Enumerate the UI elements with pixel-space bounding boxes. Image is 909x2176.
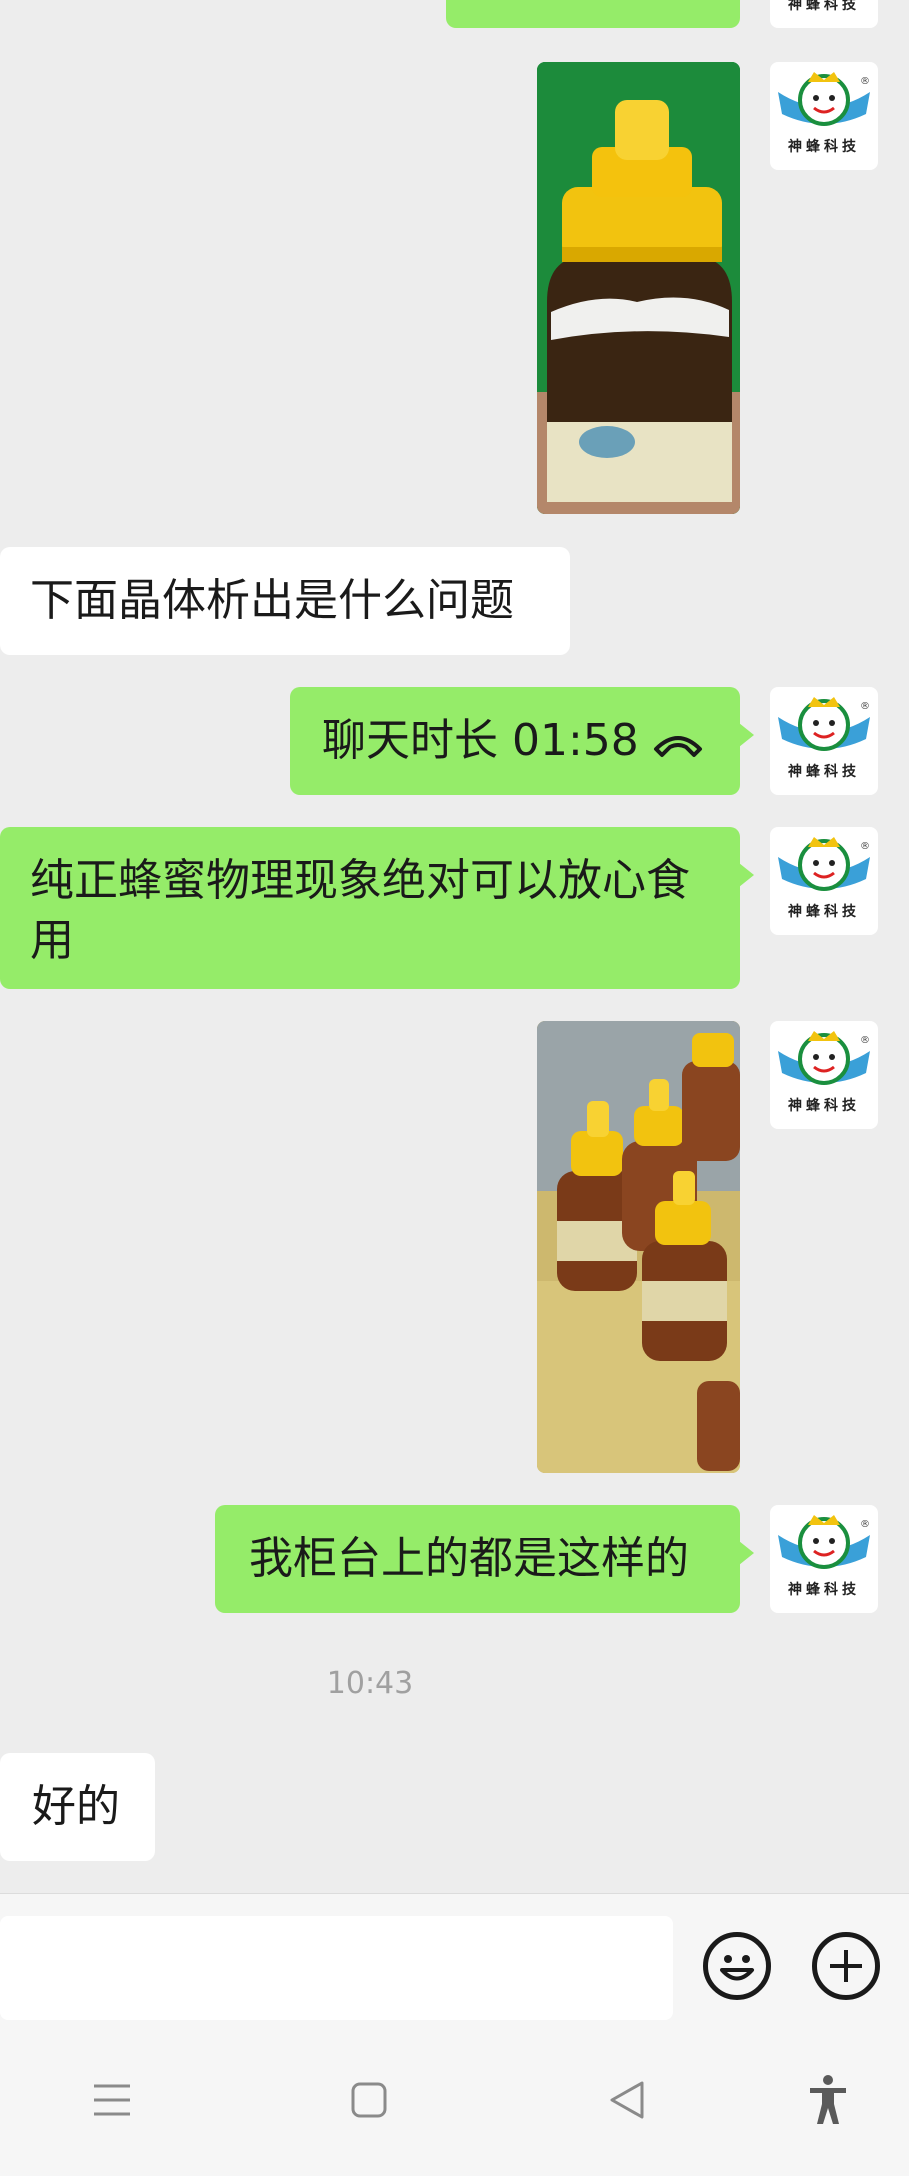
message-bubble-partial[interactable] bbox=[446, 0, 740, 28]
message-bubble-sent[interactable]: 纯正蜂蜜物理现象绝对可以放心食用 bbox=[0, 827, 754, 989]
message-bubble-sent[interactable]: 我柜台上的都是这样的 bbox=[215, 1505, 754, 1613]
avatar[interactable]: ® 神蜂科技 bbox=[770, 62, 878, 170]
plus-icon[interactable] bbox=[812, 1932, 880, 2000]
svg-text:®: ® bbox=[860, 701, 870, 712]
svg-text:®: ® bbox=[860, 1035, 870, 1046]
svg-text:®: ® bbox=[860, 1519, 870, 1530]
avatar[interactable]: 神蜂科技 bbox=[770, 0, 878, 28]
phone-hangup-icon bbox=[654, 736, 702, 757]
message-bubble-received[interactable]: 下面晶体析出是什么问题 bbox=[0, 547, 570, 655]
message-text: 下面晶体析出是什么问题 bbox=[30, 575, 514, 626]
menu-icon[interactable] bbox=[92, 2082, 132, 2118]
avatar[interactable]: ® 神蜂科技 bbox=[770, 1505, 878, 1613]
message-image-honey-jar[interactable] bbox=[537, 62, 740, 514]
message-text: 我柜台上的都是这样的 bbox=[249, 1533, 689, 1584]
accessibility-icon[interactable] bbox=[808, 2074, 848, 2126]
timestamp: 10:43 bbox=[326, 1666, 414, 1701]
home-icon[interactable] bbox=[350, 2081, 388, 2119]
avatar[interactable]: ® 神蜂科技 bbox=[770, 1021, 878, 1129]
emoji-icon[interactable] bbox=[703, 1932, 771, 2000]
back-icon[interactable] bbox=[608, 2080, 646, 2120]
message-text: 好的 bbox=[32, 1781, 120, 1832]
svg-text:®: ® bbox=[860, 76, 870, 87]
avatar[interactable]: ® 神蜂科技 bbox=[770, 687, 878, 795]
message-input[interactable] bbox=[0, 1916, 673, 2020]
call-duration-text: 聊天时长 01:58 bbox=[322, 715, 639, 766]
call-record-bubble[interactable]: 聊天时长 01:58 bbox=[290, 687, 754, 795]
message-text: 纯正蜂蜜物理现象绝对可以放心食用 bbox=[30, 855, 690, 966]
svg-text:®: ® bbox=[860, 841, 870, 852]
message-image-honey-bottles[interactable] bbox=[537, 1021, 740, 1473]
input-bar bbox=[0, 1893, 909, 2024]
avatar[interactable]: ® 神蜂科技 bbox=[770, 827, 878, 935]
system-nav-bar bbox=[0, 2023, 909, 2176]
message-bubble-received[interactable]: 好的 bbox=[0, 1753, 155, 1861]
